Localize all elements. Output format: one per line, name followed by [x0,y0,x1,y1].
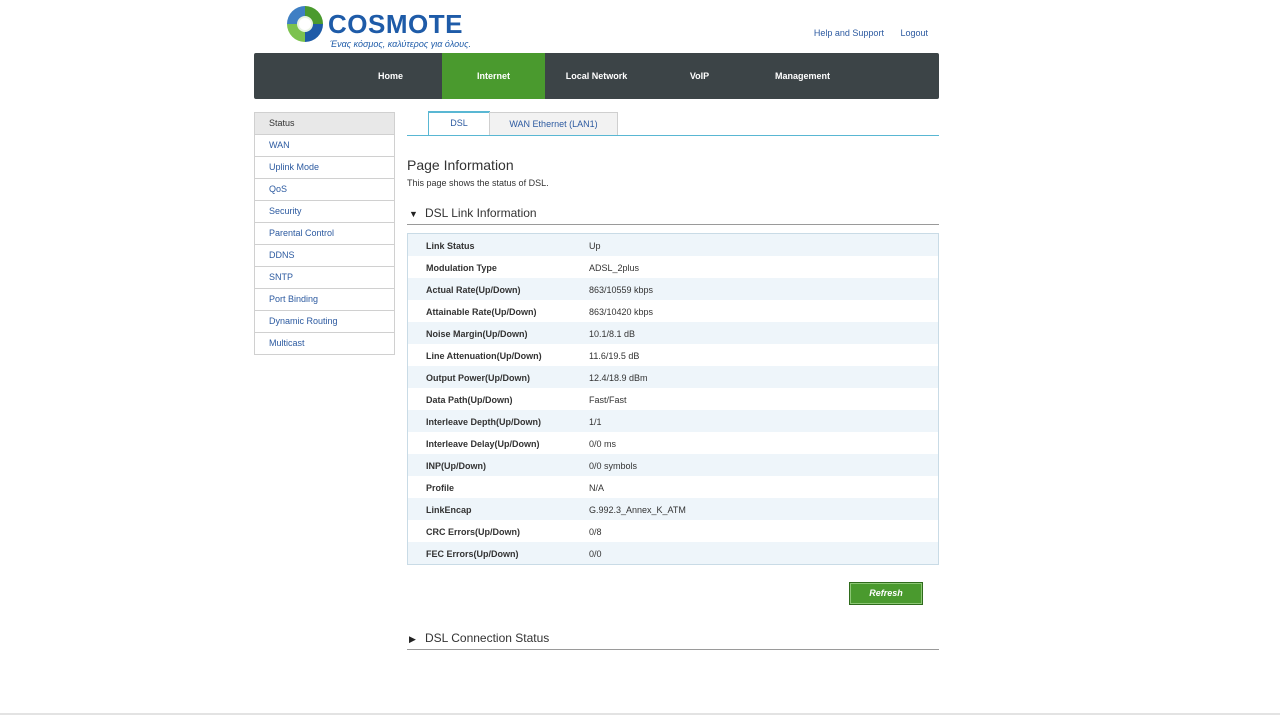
table-row: INP(Up/Down) 0/0 symbols [408,454,938,476]
row-value: 0/8 [589,527,602,537]
table-row: Noise Margin(Up/Down) 10.1/8.1 dB [408,322,938,344]
row-value: G.992.3_Annex_K_ATM [589,505,686,515]
row-label: Interleave Depth(Up/Down) [426,417,542,427]
row-value: 11.6/19.5 dB [589,351,640,361]
table-row: Profile N/A [408,476,938,498]
table-row: Actual Rate(Up/Down) 863/10559 kbps [408,278,938,300]
nav-voip[interactable]: VoIP [648,53,751,99]
row-value: 1/1 [589,417,602,427]
section-title: DSL Link Information [425,206,537,220]
row-value: ADSL_2plus [589,263,640,273]
row-label: Interleave Delay(Up/Down) [426,439,540,449]
table-row: LinkEncap G.992.3_Annex_K_ATM [408,498,938,520]
nav-management[interactable]: Management [751,53,854,99]
row-label: Attainable Rate(Up/Down) [426,307,537,317]
sidebar-item-security[interactable]: Security [255,201,394,223]
row-label: Actual Rate(Up/Down) [426,285,521,295]
sidebar-item-status[interactable]: Status [255,113,394,135]
table-row: CRC Errors(Up/Down) 0/8 [408,520,938,542]
sidebar-item-dynamic-routing[interactable]: Dynamic Routing [255,311,394,333]
sidebar-item-sntp[interactable]: SNTP [255,267,394,289]
row-value: N/A [589,483,605,493]
row-value: Up [589,241,601,251]
row-value: 863/10559 kbps [589,285,654,295]
row-label: LinkEncap [426,505,472,515]
row-label: Profile [426,483,455,493]
sidebar-item-uplink-mode[interactable]: Uplink Mode [255,157,394,179]
sidebar-item-ddns[interactable]: DDNS [255,245,394,267]
page-title: Page Information [407,157,514,173]
row-value: 0/0 symbols [589,461,638,471]
table-row: Link Status Up [408,234,938,256]
triangle-right-icon: ▶ [409,634,416,644]
sidebar-item-wan[interactable]: WAN [255,135,394,157]
row-label: FEC Errors(Up/Down) [426,549,519,559]
row-label: Noise Margin(Up/Down) [426,329,528,339]
row-value: 10.1/8.1 dB [589,329,636,339]
row-label: Output Power(Up/Down) [426,373,530,383]
row-value: 863/10420 kbps [589,307,654,317]
row-label: Link Status [426,241,475,251]
tab-dsl[interactable]: DSL [428,111,490,135]
row-label: CRC Errors(Up/Down) [426,527,520,537]
header-links: Help and Support Logout [800,28,928,38]
row-value: 0/0 [589,549,602,559]
help-support-link[interactable]: Help and Support [814,28,884,38]
row-label: Data Path(Up/Down) [426,395,513,405]
section-title: DSL Connection Status [425,631,550,645]
triangle-down-icon: ▼ [409,209,418,219]
main-content: DSL WAN Ethernet (LAN1) Page Information… [407,111,939,650]
table-row: Line Attenuation(Up/Down) 11.6/19.5 dB [408,344,938,366]
table-row: Interleave Delay(Up/Down) 0/0 ms [408,432,938,454]
sidebar-item-port-binding[interactable]: Port Binding [255,289,394,311]
tab-wan-ethernet[interactable]: WAN Ethernet (LAN1) [489,112,618,135]
brand-name: COSMOTE [328,9,463,39]
section-header-dsl-link-info[interactable]: ▼ DSL Link Information [407,206,939,225]
page-description: This page shows the status of DSL. [407,178,549,188]
row-value: Fast/Fast [589,395,627,405]
row-label: Modulation Type [426,263,497,273]
sidebar-item-multicast[interactable]: Multicast [255,333,394,355]
row-label: Line Attenuation(Up/Down) [426,351,542,361]
sidebar-item-qos[interactable]: QoS [255,179,394,201]
row-value: 12.4/18.9 dBm [589,373,648,383]
brand-tagline: Ένας κόσμος, καλύτερος για όλους. [330,39,471,49]
tab-bar: DSL WAN Ethernet (LAN1) [407,111,939,136]
nav-local-network[interactable]: Local Network [545,53,648,99]
table-row: Modulation Type ADSL_2plus [408,256,938,278]
table-row: Attainable Rate(Up/Down) 863/10420 kbps [408,300,938,322]
sidebar: Status WAN Uplink Mode QoS Security Pare… [254,112,395,355]
table-row: Output Power(Up/Down) 12.4/18.9 dBm [408,366,938,388]
row-value: 0/0 ms [589,439,617,449]
cosmote-swirl-icon [287,6,323,42]
cosmote-logo: COSMOTE Ένας κόσμος, καλύτερος για όλους… [285,4,471,50]
table-row: Interleave Depth(Up/Down) 1/1 [408,410,938,432]
section-header-dsl-connection-status[interactable]: ▶ DSL Connection Status [407,631,939,650]
nav-internet[interactable]: Internet [442,53,545,99]
refresh-button[interactable]: Refresh [849,582,923,605]
row-label: INP(Up/Down) [426,461,486,471]
table-row: FEC Errors(Up/Down) 0/0 [408,542,938,564]
dsl-link-info-table: Link Status Up Modulation Type ADSL_2plus Ac… [407,233,939,565]
logout-link[interactable]: Logout [900,28,928,38]
sidebar-item-parental-control[interactable]: Parental Control [255,223,394,245]
table-row: Data Path(Up/Down) Fast/Fast [408,388,938,410]
main-navigation: Home Internet Local Network VoIP Managem… [254,53,939,99]
nav-home[interactable]: Home [339,53,442,99]
